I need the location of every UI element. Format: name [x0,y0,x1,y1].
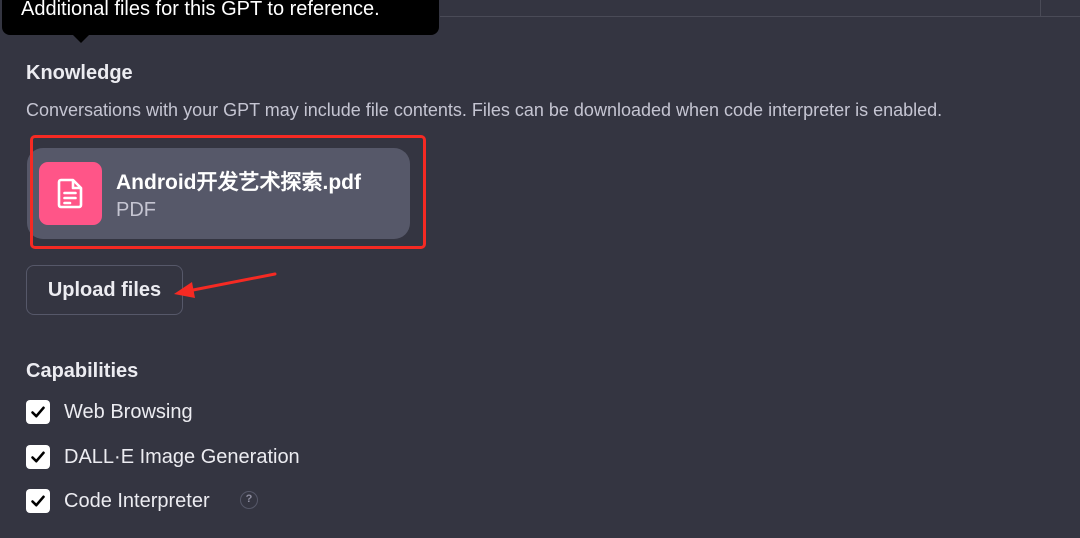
upload-files-button[interactable]: Upload files [26,265,183,315]
web-browsing-checkbox[interactable] [26,400,50,424]
capabilities-title: Capabilities [26,360,139,382]
tooltip-text: Additional files for this GPT to referen… [21,0,380,20]
dalle-label: DALL·E Image Generation [64,446,300,468]
tooltip-tail [73,35,89,43]
annotation-highlight-box [30,135,426,249]
question-mark-icon[interactable]: ? [240,491,258,509]
code-interpreter-label: Code Interpreter [64,490,210,512]
tooltip: Additional files for this GPT to referen… [2,0,439,35]
web-browsing-label: Web Browsing [64,401,193,423]
checkmark-icon [31,406,45,418]
checkmark-icon [31,451,45,463]
checkmark-icon [31,495,45,507]
dalle-checkbox[interactable] [26,445,50,469]
top-vertical-divider [1040,0,1041,16]
top-divider [440,16,1080,17]
code-interpreter-checkbox[interactable] [26,489,50,513]
knowledge-title: Knowledge [26,62,133,84]
annotation-arrow [174,272,277,298]
knowledge-description: Conversations with your GPT may include … [26,100,943,120]
